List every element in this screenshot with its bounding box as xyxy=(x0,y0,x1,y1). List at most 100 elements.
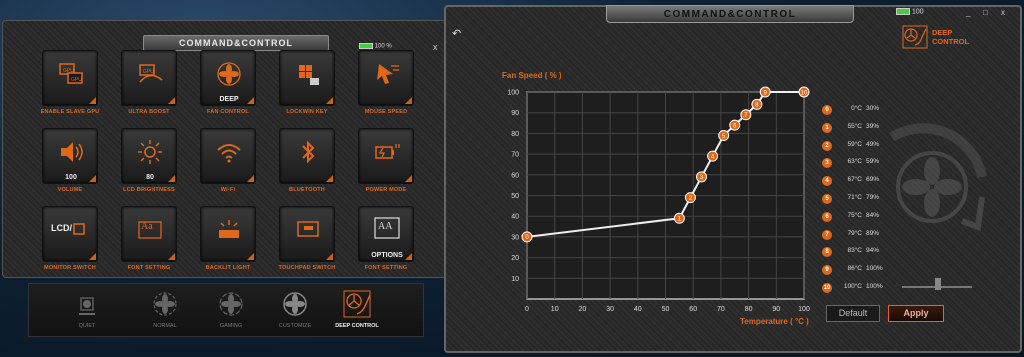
left-battery-text: 100 % xyxy=(374,43,392,50)
tile-mouse-speed[interactable] xyxy=(358,50,414,106)
mode-label: DEEP CONTROL xyxy=(335,323,379,329)
mode-quiet[interactable]: QUIET xyxy=(57,287,117,335)
tile-label: FONT SETTING xyxy=(127,265,171,271)
tile-power-mode[interactable] xyxy=(358,128,414,184)
legend-point-marker: 5 xyxy=(822,194,832,204)
fan-slider[interactable] xyxy=(902,277,972,291)
legend-temp: 71°C xyxy=(847,194,862,201)
tile-monitor-switch[interactable]: LCD/ xyxy=(42,206,98,262)
legend-point-marker: 6 xyxy=(822,211,832,222)
y-tick-label: 50 xyxy=(511,193,519,200)
tile-font-setting[interactable]: Aa xyxy=(121,206,177,262)
apply-button[interactable]: Apply xyxy=(888,305,944,322)
tile-label: BLUETOOTH xyxy=(289,187,325,193)
legend-row: 10 100°C 100% xyxy=(822,282,892,294)
fan-icon xyxy=(217,62,241,86)
x-tick-label: 50 xyxy=(662,306,670,313)
speaker-icon xyxy=(61,142,83,162)
curve-point-6[interactable]: 6 xyxy=(729,119,741,131)
tile-corner-arrow-icon xyxy=(89,175,96,182)
y-tick-label: 80 xyxy=(511,131,519,138)
y-tick-label: 40 xyxy=(511,214,519,221)
curve-point-7[interactable]: 7 xyxy=(740,109,752,121)
legend-temp: 86°C xyxy=(847,265,862,273)
curve-point-10[interactable]: 10 xyxy=(798,86,810,98)
legend-temp: 83°C xyxy=(847,247,862,255)
mode-customize[interactable]: CUSTOMIZE xyxy=(265,287,325,335)
tile-backlit-light[interactable] xyxy=(200,206,256,262)
tile-lcd-brightness[interactable]: 80 xyxy=(121,128,177,184)
deep-control-icon xyxy=(343,290,371,318)
tile-label: LCD BRIGHTNESS xyxy=(123,187,175,193)
x-tick-label: 40 xyxy=(634,306,642,313)
deep-control-label: DEEP CONTROL xyxy=(932,28,992,46)
touchpad-icon xyxy=(297,221,319,237)
curve-point-5[interactable]: 5 xyxy=(718,129,730,141)
legend-point-marker: 10 xyxy=(822,283,832,293)
deep-control-label-line2: CONTROL xyxy=(932,37,970,46)
curve-point-9[interactable]: 9 xyxy=(759,86,771,98)
svg-text:GPU: GPU xyxy=(143,69,154,75)
tile-font-setting[interactable]: AA OPTIONS xyxy=(358,206,414,262)
mode-label: CUSTOMIZE xyxy=(278,323,312,329)
y-axis-label: Fan Speed ( % ) xyxy=(502,71,562,80)
tile-label: BACKLIT LIGHT xyxy=(205,265,251,271)
curve-point-4[interactable]: 4 xyxy=(707,150,719,162)
battery-plug-icon xyxy=(375,144,400,159)
curve-point-0[interactable]: 0 xyxy=(521,231,533,243)
legend-temp: 63°C xyxy=(847,158,862,166)
fan-curve-chart[interactable]: 0 10 20 30 40 50 60 70 80 90 100102030405060708090… xyxy=(490,85,820,325)
legend-point-marker: 7 xyxy=(822,229,832,240)
x-tick-label: 60 xyxy=(689,306,697,313)
maximize-button[interactable]: □ xyxy=(983,8,988,17)
legend-point-marker: 3 xyxy=(822,158,832,169)
left-close-button[interactable]: x xyxy=(433,42,438,52)
tile-corner-arrow-icon xyxy=(168,175,175,182)
tile-touchpad-switch[interactable] xyxy=(279,206,335,262)
left-window-title: COMMAND&CONTROL xyxy=(143,35,329,51)
tile-enable-slave-gpu[interactable]: GPU GPU xyxy=(42,50,98,106)
tile-corner-arrow-icon xyxy=(405,175,412,182)
tile-bluetooth[interactable] xyxy=(279,128,335,184)
tile-fan-control[interactable]: DEEP xyxy=(200,50,256,106)
x-tick-label: 30 xyxy=(606,306,614,313)
back-arrow-icon[interactable]: ↶ xyxy=(452,27,461,40)
mode-gaming[interactable]: GAMING xyxy=(201,287,261,335)
legend-percent: 84% xyxy=(866,211,880,219)
legend-row: 8 83°C 94% xyxy=(822,246,892,258)
minimize-button[interactable]: _ xyxy=(966,8,970,17)
legend-temp: 100°C xyxy=(843,283,862,290)
fan-mode-icon xyxy=(79,297,95,315)
curve-point-3[interactable]: 3 xyxy=(696,171,708,183)
tile-volume[interactable]: 100 xyxy=(42,128,98,184)
x-tick-label: 70 xyxy=(717,306,725,313)
mode-deep-control[interactable]: DEEP CONTROL xyxy=(327,287,387,335)
deep-control-window: COMMAND&CONTROL 100 _ □ x ↶ DEEP CONTROL… xyxy=(444,5,1022,353)
tile-corner-arrow-icon xyxy=(326,175,333,182)
y-tick-label: 10 xyxy=(511,276,519,283)
curve-point-2[interactable]: 2 xyxy=(684,192,696,204)
tile-label: FONT SETTING xyxy=(364,265,408,271)
legend-point-marker: 9 xyxy=(822,265,832,276)
curve-point-8[interactable]: 8 xyxy=(751,98,763,110)
y-tick-label: 70 xyxy=(511,152,519,159)
bluetooth-icon xyxy=(302,140,315,164)
keyboard-light-icon xyxy=(219,220,239,238)
curve-point-1[interactable]: 1 xyxy=(673,212,685,224)
tile-lockwin-key[interactable] xyxy=(279,50,335,106)
tile-wi-fi[interactable] xyxy=(200,128,256,184)
legend-point-marker: 8 xyxy=(822,247,832,258)
fan-mode-icon xyxy=(153,292,177,316)
tile-ultra-boost[interactable]: GPU xyxy=(121,50,177,106)
mode-normal[interactable]: NORMAL xyxy=(135,287,195,335)
default-button[interactable]: Default xyxy=(826,305,880,322)
right-battery-status: 100 xyxy=(896,8,976,20)
mode-label: GAMING xyxy=(219,323,243,329)
lcd-text: LCD/ xyxy=(51,223,72,233)
mode-label: NORMAL xyxy=(153,323,177,329)
close-button[interactable]: x xyxy=(1001,8,1005,17)
tile-corner-arrow-icon xyxy=(247,253,254,260)
tile-label: VOLUME xyxy=(57,187,83,193)
legend-point-marker: 1 xyxy=(822,122,832,133)
y-tick-label: 100 xyxy=(507,90,519,97)
